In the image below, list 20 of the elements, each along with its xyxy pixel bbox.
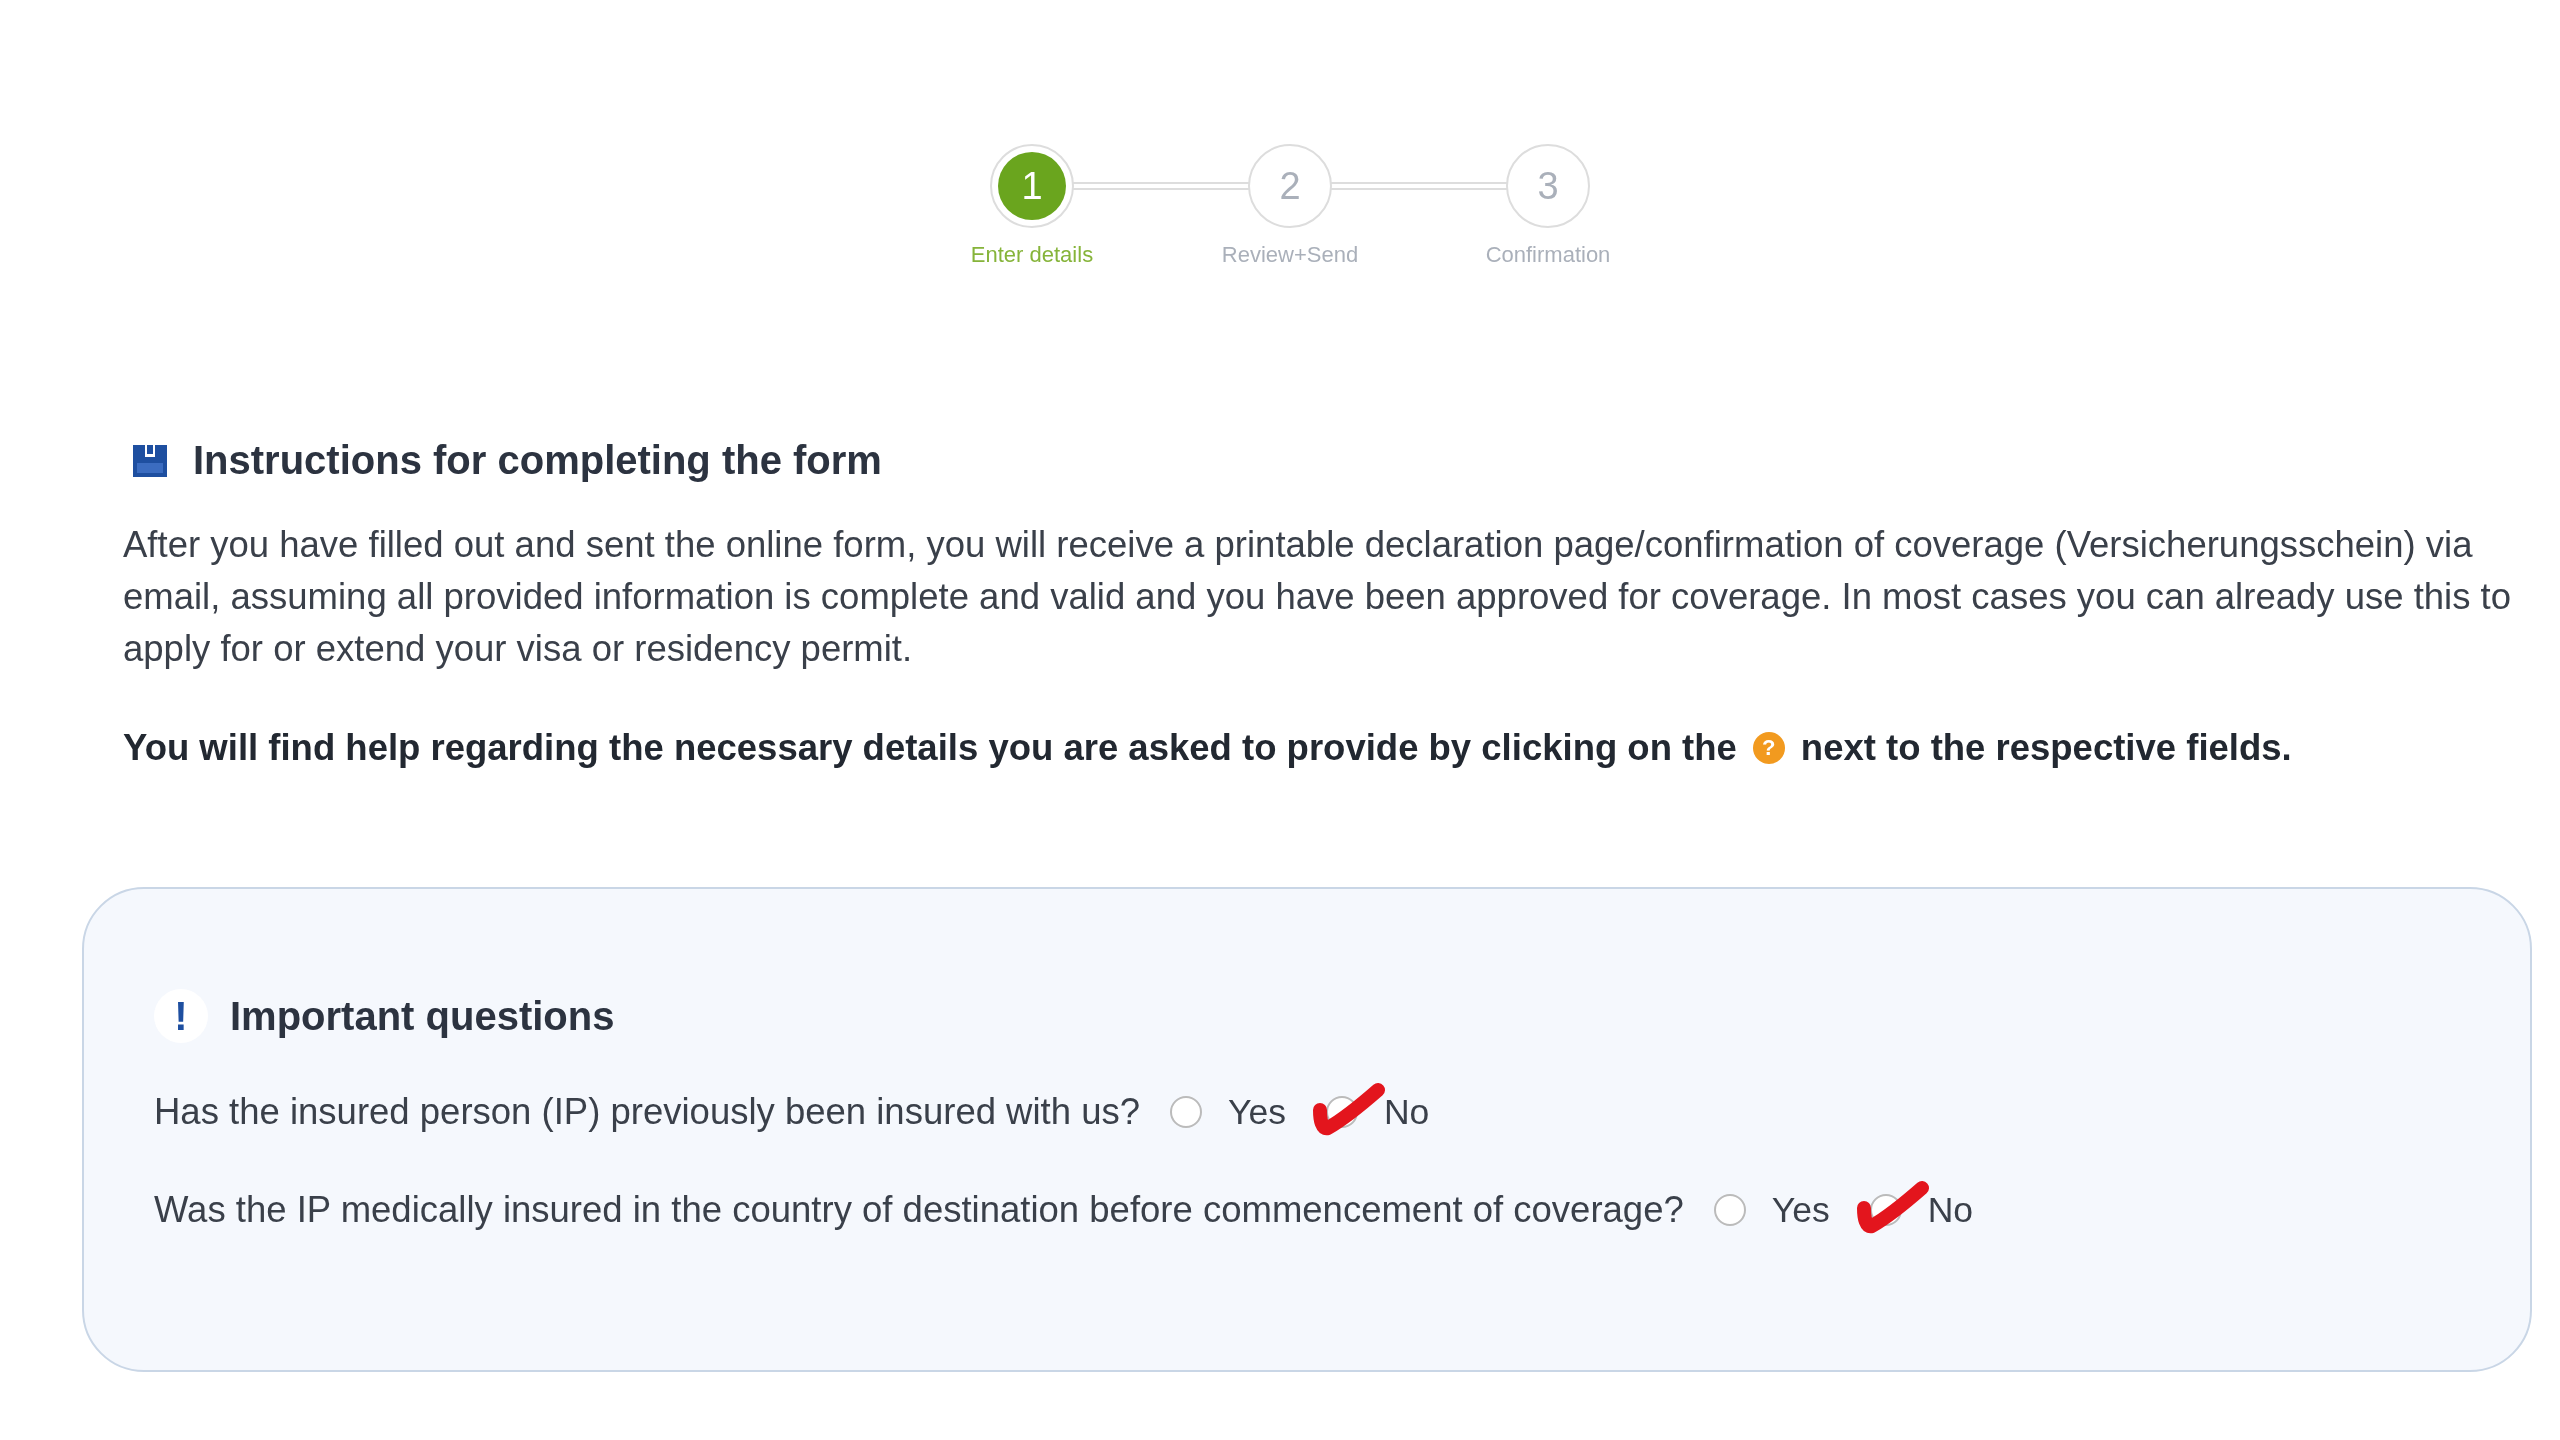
radio-label[interactable]: No	[1927, 1189, 1974, 1231]
exclamation-icon: !	[154, 989, 208, 1043]
question-text: Has the insured person (IP) previously been insured with us?	[154, 1091, 1141, 1133]
step-circle: 2	[1248, 144, 1332, 228]
help-text: next to the respective fields.	[1800, 727, 2292, 769]
radio-label[interactable]: No	[1383, 1091, 1430, 1133]
instructions-paragraph: After you have filled out and sent the online form, you will receive a printable declaration page/confirmation of coverage (Versicherungsschein) via email, assuming all provided information is complete and valid and you have been approved for coverage. In most cases you can already use this to apply for or extend your visa or residency permit.	[123, 523, 2513, 671]
step-label: Confirmation	[1485, 242, 1611, 268]
help-text: You will find help regarding the necessary details you are asked to provide by clicking on the	[123, 727, 1737, 769]
section-heading: Instructions for completing the form	[193, 438, 882, 483]
step-label: Enter details	[970, 242, 1094, 268]
question-text: Was the IP medically insured in the country of destination before commencement of coverage?	[154, 1189, 1684, 1231]
radio-button[interactable]	[1170, 1096, 1203, 1128]
radio-button[interactable]	[1713, 1194, 1746, 1226]
card-heading: Important questions	[230, 993, 615, 1039]
radio-label[interactable]: Yes	[1771, 1189, 1830, 1231]
step-circle: 3	[1506, 144, 1590, 228]
radio-label[interactable]: Yes	[1228, 1091, 1286, 1133]
step-label: Review+Send	[1221, 242, 1359, 268]
step-circle: 1	[990, 144, 1074, 228]
